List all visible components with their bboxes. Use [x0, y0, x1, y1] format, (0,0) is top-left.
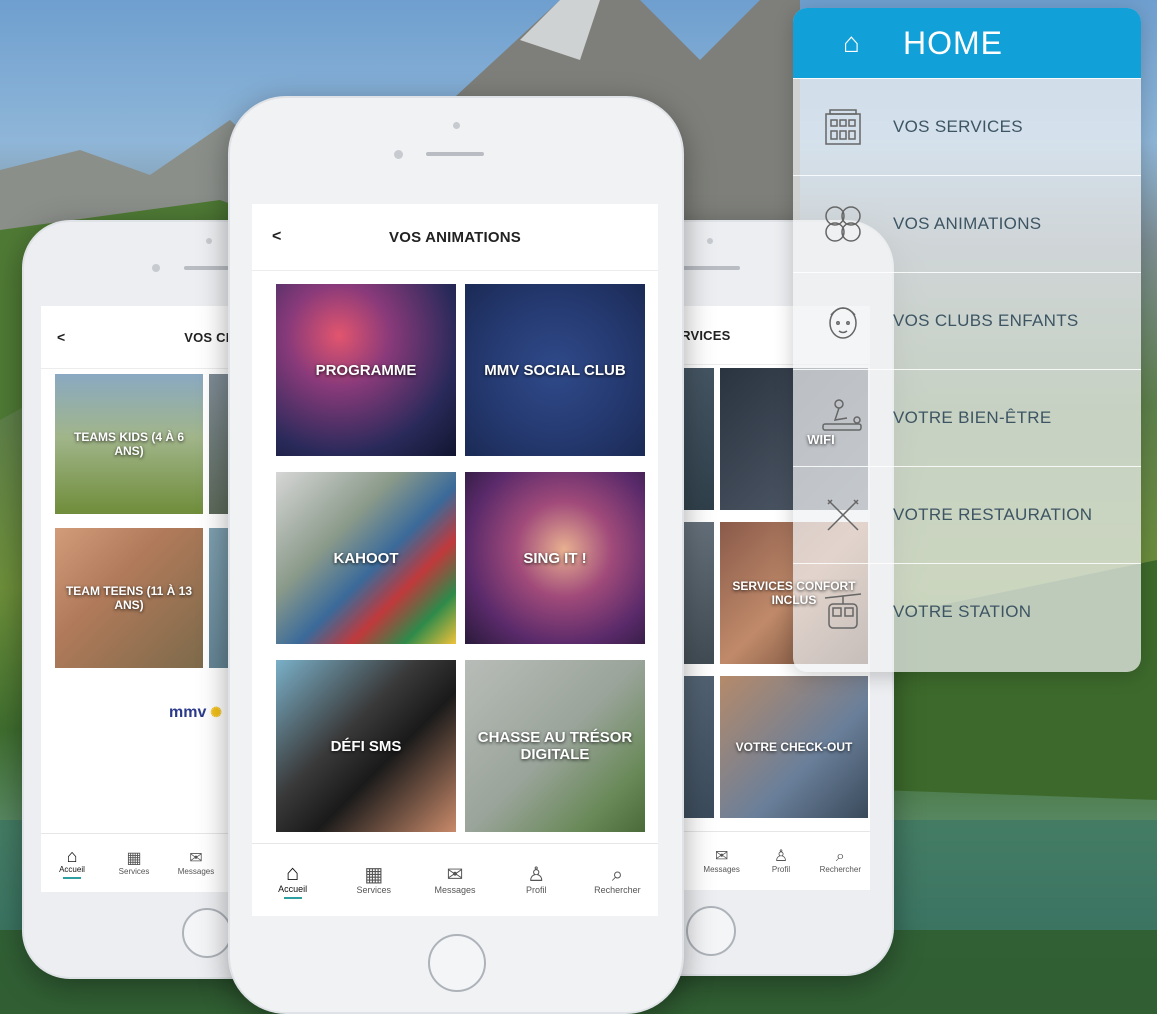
menu-item-services[interactable]: VOS SERVICES: [793, 78, 1141, 175]
envelope-icon: ✉: [714, 847, 729, 865]
tile-mmv-social-club[interactable]: MMV SOCIAL CLUB: [465, 284, 645, 456]
tab-accueil[interactable]: ⌂ Accueil: [252, 844, 333, 916]
home-button[interactable]: [182, 908, 232, 958]
front-camera: [206, 238, 212, 244]
screen-title: VOS ANIMATIONS: [389, 228, 521, 246]
envelope-icon: ✉: [189, 849, 203, 867]
building-icon: [793, 106, 893, 148]
home-icon: ⌂: [66, 846, 78, 866]
center-phone-screen: < VOS ANIMATIONS PROGRAMME MMV SOCIAL CL…: [252, 204, 658, 916]
grid-icon: ▦: [126, 849, 142, 867]
tab-rechercher[interactable]: ⌕ Rechercher: [811, 832, 870, 890]
front-camera-dot: [394, 150, 403, 159]
child-face-icon: [793, 301, 893, 341]
speaker-grille: [426, 152, 484, 156]
user-icon: ♙: [527, 864, 546, 886]
menu-header-label: HOME: [903, 24, 1003, 61]
screen-header: < VOS ANIMATIONS: [252, 204, 658, 271]
home-icon: ⌂: [285, 859, 300, 885]
faces-icon: [793, 204, 893, 244]
menu-item-clubs-enfants[interactable]: VOS CLUBS ENFANTS: [793, 272, 1141, 369]
tab-messages[interactable]: ✉ Messages: [692, 832, 751, 890]
mmv-logo: mmv ✺: [169, 704, 222, 721]
front-camera: [707, 238, 713, 244]
tab-services[interactable]: ▦ Services: [103, 834, 165, 892]
menu-item-restauration[interactable]: VOTRE RESTAURATION: [793, 466, 1141, 563]
tile-check-out[interactable]: VOTRE CHECK-OUT: [720, 676, 868, 818]
tile-chasse-au-tresor[interactable]: CHASSE AU TRÉSOR DIGITALE: [465, 660, 645, 832]
front-camera-dot: [152, 264, 160, 272]
search-icon: ⌕: [835, 847, 845, 865]
tile-sing-it[interactable]: SING IT !: [465, 472, 645, 644]
front-camera: [453, 122, 460, 129]
home-button[interactable]: [686, 906, 736, 956]
tab-accueil[interactable]: ⌂ Accueil: [41, 834, 103, 892]
back-button[interactable]: <: [57, 329, 65, 345]
tile-programme[interactable]: PROGRAMME: [276, 284, 456, 456]
cutlery-icon: [793, 496, 893, 534]
tab-profil[interactable]: ♙ Profil: [496, 844, 577, 916]
envelope-icon: ✉: [446, 864, 464, 886]
center-phone: < VOS ANIMATIONS PROGRAMME MMV SOCIAL CL…: [228, 96, 684, 1014]
tab-services[interactable]: ▦ Services: [333, 844, 414, 916]
menu-item-animations[interactable]: VOS ANIMATIONS: [793, 175, 1141, 272]
search-icon: ⌕: [611, 864, 624, 886]
tile-defi-sms[interactable]: DÉFI SMS: [276, 660, 456, 832]
tab-messages[interactable]: ✉ Messages: [165, 834, 227, 892]
back-button[interactable]: <: [272, 228, 281, 246]
tab-bar: ⌂ Accueil ▦ Services ✉ Messages ♙ Profil…: [252, 843, 658, 916]
speaker-grille: [682, 266, 740, 270]
menu-item-station[interactable]: VOTRE STATION: [793, 563, 1141, 660]
grid-icon: ▦: [364, 864, 384, 886]
home-icon: ⌂: [843, 27, 860, 58]
tile-team-teens[interactable]: TEAM TEENS (11 À 13 ANS): [55, 528, 203, 668]
menu-item-bien-etre[interactable]: VOTRE BIEN-ÊTRE: [793, 369, 1141, 466]
tab-profil[interactable]: ♙ Profil: [751, 832, 810, 890]
tile-kahoot[interactable]: KAHOOT: [276, 472, 456, 644]
navigation-menu: ⌂ HOME VOS SERVICES VOS ANIMATIONS VOS C…: [793, 8, 1141, 672]
tile-teams-kids[interactable]: TEAMS KIDS (4 À 6 ANS): [55, 374, 203, 514]
tab-messages[interactable]: ✉ Messages: [414, 844, 495, 916]
menu-header[interactable]: ⌂ HOME: [793, 8, 1141, 78]
tab-rechercher[interactable]: ⌕ Rechercher: [577, 844, 658, 916]
home-button[interactable]: [428, 934, 486, 992]
user-icon: ♙: [773, 847, 789, 865]
